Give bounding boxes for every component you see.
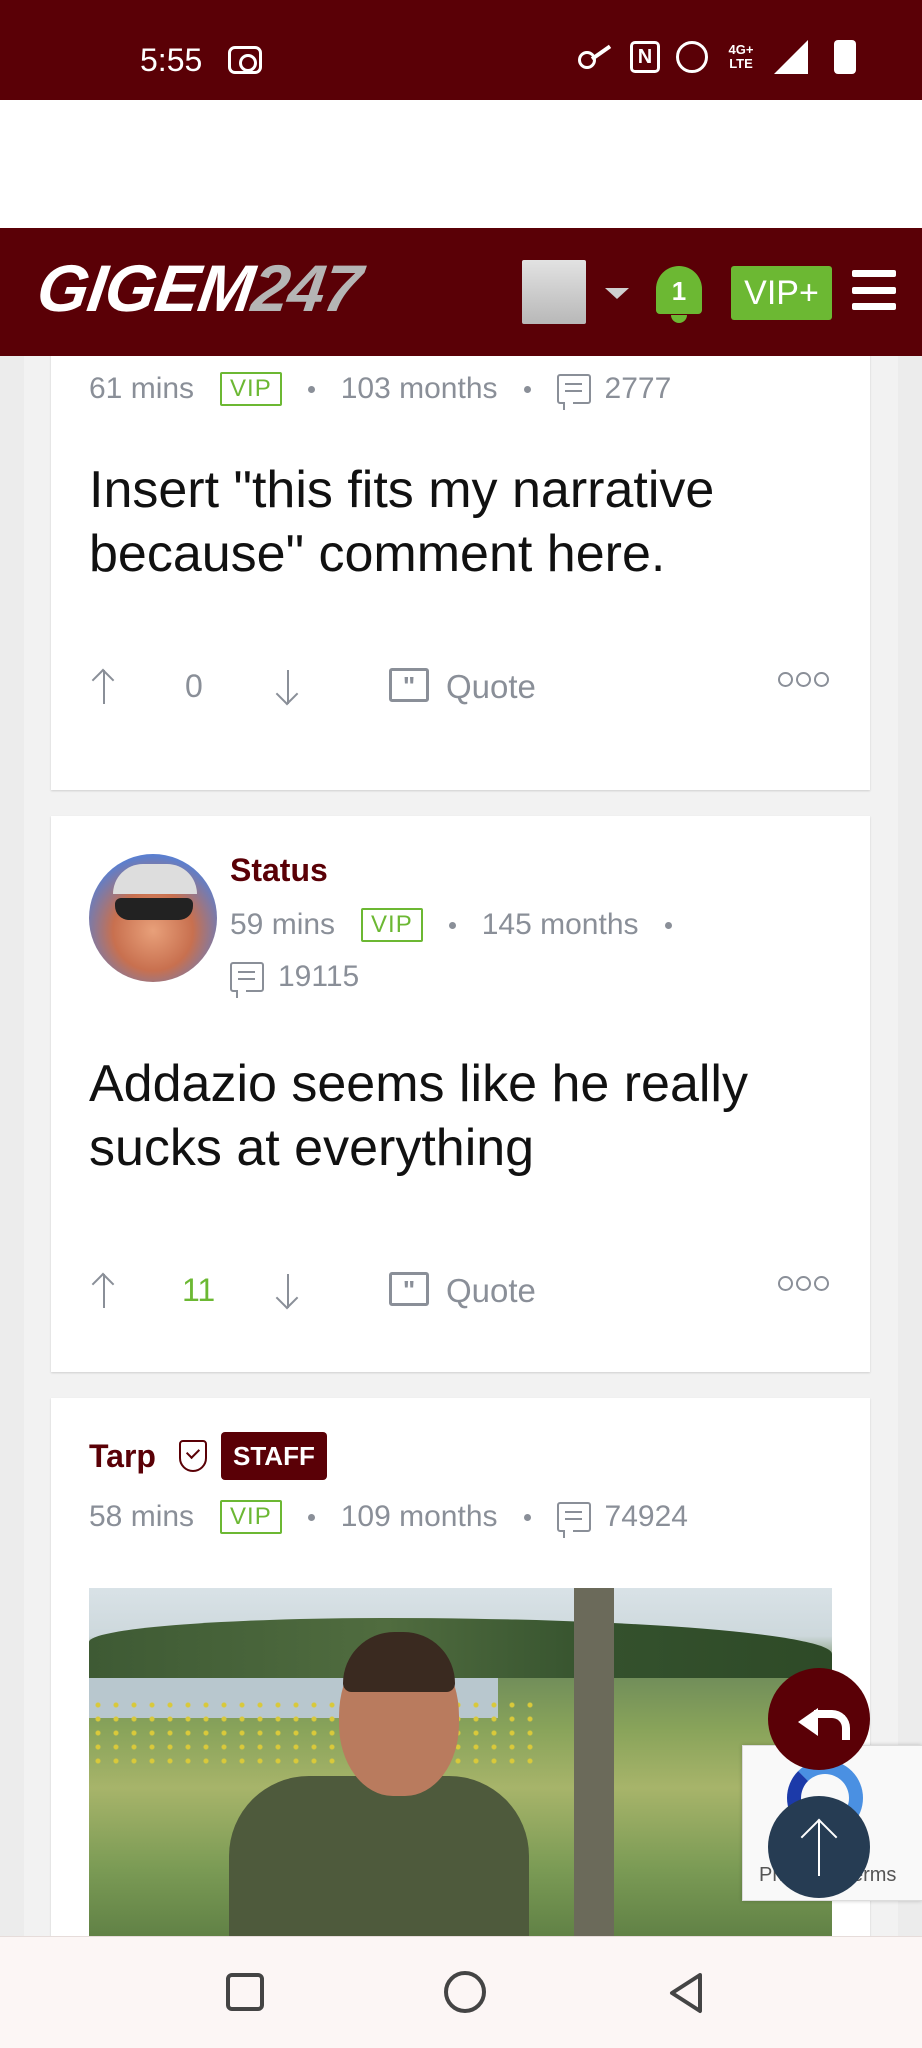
signal-icon [774,40,808,74]
comment-count: 19115 [278,960,360,993]
vip-badge: VIP [220,372,282,406]
separator-dot [523,385,531,393]
site-header: GIGEM247 1 VIP+ [0,228,922,356]
separator-dot [307,385,315,393]
comment-count: 2777 [604,372,672,405]
avatar[interactable] [89,854,217,982]
logo-number-text: 247 [247,251,366,325]
upvote-arrow-icon[interactable] [89,666,119,706]
battery-icon [834,40,856,74]
separator-dot [448,921,456,929]
comment-card: 61 mins VIP 103 months 2777 Insert "this… [51,356,870,790]
comment-actions: 11 " Quote [89,1266,829,1316]
comment-time: 58 mins [89,1500,195,1533]
vip-badge: VIP [220,1500,282,1534]
comment-body: Insert "this fits my narrative because" … [89,461,715,583]
member-tenure: 103 months [340,372,498,405]
separator-dot [307,1513,315,1521]
comments-feed[interactable]: 61 mins VIP 103 months 2777 Insert "this… [24,356,898,1936]
nfc-icon: N [630,41,660,73]
back-icon[interactable] [666,1971,706,2015]
comment-meta: 58 mins VIP 109 months 74924 [89,1500,688,1538]
username-link[interactable]: Status [230,852,328,889]
member-tenure: 145 months [481,908,639,941]
alarm-icon [676,41,708,73]
comment-gif-image[interactable] [89,1588,832,1936]
scroll-to-top-button[interactable] [768,1796,870,1898]
more-options-icon[interactable] [778,672,829,687]
home-icon[interactable] [444,1971,486,2013]
account-avatar[interactable] [522,260,586,324]
vote-count: 11 [182,1272,216,1308]
username-link[interactable]: Tarp [89,1438,156,1475]
comment-meta: 61 mins VIP 103 months 2777 [89,372,672,410]
comment-meta: 59 mins VIP 145 months [230,908,698,942]
comment-count-icon [556,374,591,410]
network-type-label: 4G+ LTE [728,42,754,71]
quote-icon[interactable]: " [389,1272,429,1306]
member-tenure: 109 months [340,1500,498,1533]
staff-badge: STAFF [221,1432,327,1480]
comment-count: 74924 [604,1500,688,1533]
vote-count: 0 [185,668,203,704]
comment-actions: 0 " Quote [89,662,829,712]
system-navigation-bar [0,1936,922,2048]
status-icons: N 4G+ LTE [578,40,856,74]
downvote-arrow-icon[interactable] [273,666,303,706]
vip-plus-button[interactable]: VIP+ [731,266,832,320]
comment-time: 59 mins [230,908,336,941]
shield-check-icon [179,1440,207,1472]
status-bar: 5:55 N 4G+ LTE [0,0,922,100]
logo-main-text: GIGEM [32,251,259,325]
recent-apps-icon[interactable] [226,1973,264,2011]
screen-record-icon [228,46,262,74]
comment-count-icon [230,962,264,998]
comment-count-icon [556,1502,591,1538]
status-time: 5:55 [140,42,203,78]
vpn-key-icon [578,47,614,69]
more-options-icon[interactable] [778,1276,829,1291]
upvote-arrow-icon[interactable] [89,1270,119,1310]
notification-count: 1 [671,276,687,306]
reply-button[interactable] [768,1668,870,1770]
downvote-arrow-icon[interactable] [273,1270,303,1310]
notifications-button[interactable]: 1 [652,260,706,324]
chevron-down-icon[interactable] [605,288,629,299]
quote-button[interactable]: Quote [446,1272,536,1310]
ad-space [0,100,922,228]
separator-dot [664,921,672,929]
comment-time: 61 mins [89,372,195,405]
comment-meta-second-line: 19115 [230,960,360,998]
comment-body: Addazio seems like he really sucks at ev… [89,1055,748,1177]
bell-clapper [671,315,687,323]
separator-dot [523,1513,531,1521]
site-logo[interactable]: GIGEM247 [33,250,366,326]
hamburger-menu-icon[interactable] [852,270,896,310]
quote-icon[interactable]: " [389,668,429,702]
comment-card: Status 59 mins VIP 145 months 19115 Adda… [51,816,870,1372]
vip-badge: VIP [361,908,423,942]
quote-button[interactable]: Quote [446,668,536,706]
